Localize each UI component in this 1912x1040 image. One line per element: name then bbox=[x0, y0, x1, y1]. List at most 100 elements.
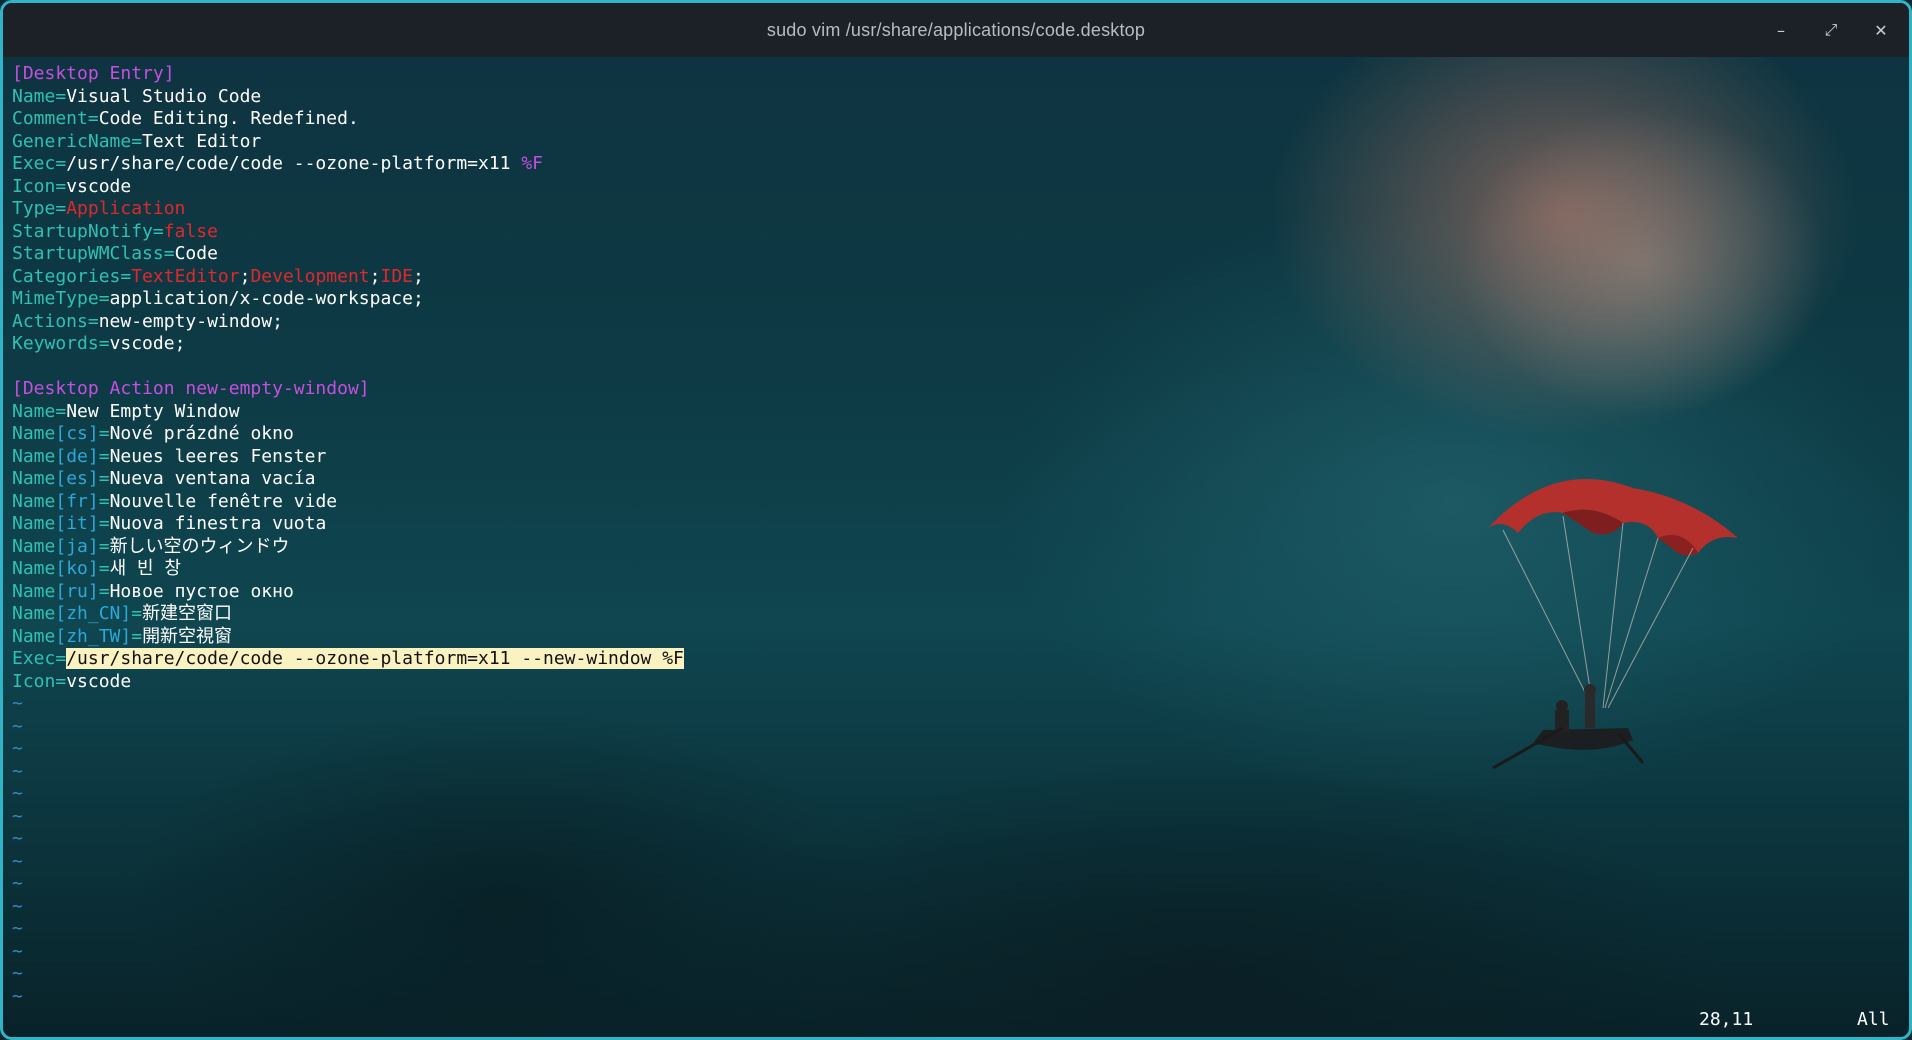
buffer-line[interactable]: GenericName=Text Editor bbox=[12, 131, 684, 154]
token-val: 새 빈 창 bbox=[109, 558, 181, 579]
token-key: Type= bbox=[12, 198, 67, 219]
vim-buffer[interactable]: [Desktop Entry] Name=Visual Studio Code Co… bbox=[12, 63, 684, 1008]
token-key: = bbox=[98, 468, 110, 489]
title-bar[interactable]: sudo vim /usr/share/applications/code.de… bbox=[3, 3, 1909, 57]
token-sec: [Desktop Action new-empty-window] bbox=[12, 378, 370, 399]
close-button[interactable]: ✕ bbox=[1871, 20, 1891, 40]
buffer-line[interactable]: Icon=vscode bbox=[12, 176, 684, 199]
token-lang: [ko] bbox=[55, 558, 99, 579]
token-key: Exec= bbox=[12, 648, 67, 669]
token-lang: [zh_TW] bbox=[55, 625, 132, 647]
token-lang: [ru] bbox=[55, 580, 99, 602]
buffer-line[interactable]: Name=New Empty Window bbox=[12, 401, 684, 424]
empty-line-marker: ~ bbox=[12, 715, 23, 737]
buffer-line[interactable]: Comment=Code Editing. Redefined. bbox=[12, 108, 684, 131]
scroll-position: All bbox=[1857, 1009, 1890, 1030]
maximize-button[interactable]: ⤢ bbox=[1821, 20, 1841, 40]
token-val: 新建空窗口 bbox=[142, 603, 233, 624]
buffer-line[interactable]: Icon=vscode bbox=[12, 671, 684, 694]
empty-line-marker: ~ bbox=[12, 828, 23, 849]
empty-line-marker: ~ bbox=[12, 940, 23, 962]
window-controls: – ⤢ ✕ bbox=[1771, 3, 1891, 57]
token-val: Visual Studio Code bbox=[66, 85, 262, 107]
token-val: vscode; bbox=[109, 333, 186, 354]
buffer-line[interactable]: Name[ja]=新しい空のウィンドウ bbox=[12, 536, 684, 559]
buffer-line[interactable]: Name[cs]=Nové prázdné okno bbox=[12, 423, 684, 446]
token-lang: [it] bbox=[55, 513, 99, 534]
wallpaper-kite-boat-illustration bbox=[1488, 479, 1738, 770]
token-key: Name bbox=[12, 445, 56, 467]
token-val: Neues leeres Fenster bbox=[109, 445, 327, 467]
buffer-line[interactable]: Name[zh_CN]=新建空窗口 bbox=[12, 603, 684, 626]
token-key: Name bbox=[12, 558, 56, 579]
token-lang: [es] bbox=[55, 468, 99, 489]
token-key: Icon= bbox=[12, 175, 67, 197]
token-key: StartupWMClass= bbox=[12, 243, 175, 264]
buffer-line[interactable]: Name[fr]=Nouvelle fenêtre vide bbox=[12, 491, 684, 514]
token-spec: %F bbox=[521, 153, 544, 174]
token-val: Nuova finestra vuota bbox=[109, 513, 327, 534]
token-val: ; bbox=[369, 265, 381, 287]
buffer-line[interactable]: Type=Application bbox=[12, 198, 684, 221]
buffer-line[interactable]: Name[ko]=새 빈 창 bbox=[12, 558, 684, 581]
token-key: Actions= bbox=[12, 310, 99, 332]
token-key: Name bbox=[12, 490, 56, 512]
token-const: TextEditor bbox=[131, 265, 240, 287]
token-key: = bbox=[131, 603, 143, 624]
empty-line-marker: ~ bbox=[12, 805, 23, 827]
token-key: MimeType= bbox=[12, 288, 110, 309]
token-val: Новое пустое окно bbox=[109, 580, 294, 602]
token-val: vscode bbox=[66, 175, 132, 197]
buffer-line[interactable]: Name[zh_TW]=開新空視窗 bbox=[12, 626, 684, 649]
window-title: sudo vim /usr/share/applications/code.de… bbox=[766, 19, 1146, 40]
buffer-line[interactable]: Keywords=vscode; bbox=[12, 333, 684, 356]
buffer-line[interactable]: Actions=new-empty-window; bbox=[12, 311, 684, 334]
token-const: Application bbox=[66, 198, 186, 219]
token-key: StartupNotify= bbox=[12, 220, 164, 242]
empty-line-marker: ~ bbox=[12, 693, 23, 714]
token-val: Code Editing. Redefined. bbox=[98, 108, 359, 129]
buffer-line[interactable]: Name=Visual Studio Code bbox=[12, 86, 684, 109]
token-key: Name bbox=[12, 535, 56, 557]
token-val: Nueva ventana vacía bbox=[109, 468, 316, 489]
token-val: new-empty-window; bbox=[98, 310, 283, 332]
buffer-line[interactable]: Exec=/usr/share/code/code --ozone-platfo… bbox=[12, 648, 684, 671]
token-val: 新しい空のウィンドウ bbox=[109, 535, 290, 557]
buffer-line[interactable]: Name[de]=Neues leeres Fenster bbox=[12, 446, 684, 469]
token-key: Categories= bbox=[12, 265, 132, 287]
buffer-line[interactable]: StartupWMClass=Code bbox=[12, 243, 684, 266]
empty-line-marker: ~ bbox=[12, 783, 23, 804]
buffer-line[interactable]: Name[es]=Nueva ventana vacía bbox=[12, 468, 684, 491]
token-lang: [cs] bbox=[55, 423, 99, 444]
buffer-line[interactable]: Exec=/usr/share/code/code --ozone-platfo… bbox=[12, 153, 684, 176]
buffer-line[interactable]: MimeType=application/x-code-workspace; bbox=[12, 288, 684, 311]
token-lang: [ja] bbox=[55, 535, 99, 557]
token-key: Name bbox=[12, 423, 56, 444]
buffer-line[interactable]: [Desktop Entry] bbox=[12, 63, 684, 86]
token-key: = bbox=[98, 535, 110, 557]
buffer-line[interactable]: Name[it]=Nuova finestra vuota bbox=[12, 513, 684, 536]
terminal-window: sudo vim /usr/share/applications/code.de… bbox=[0, 0, 1912, 1040]
token-key: = bbox=[98, 513, 110, 534]
buffer-line[interactable] bbox=[12, 356, 684, 379]
token-key: Name bbox=[12, 513, 56, 534]
token-key: Icon= bbox=[12, 670, 67, 692]
token-key: = bbox=[98, 423, 110, 444]
token-const: false bbox=[163, 220, 218, 242]
token-key: GenericName= bbox=[12, 130, 143, 152]
minimize-button[interactable]: – bbox=[1771, 20, 1791, 40]
buffer-line[interactable]: Name[ru]=Новое пустое окно bbox=[12, 581, 684, 604]
token-val: 開新空視窗 bbox=[142, 625, 233, 647]
token-val: Text Editor bbox=[142, 130, 262, 152]
token-lang: [de] bbox=[55, 445, 99, 467]
token-key: = bbox=[131, 625, 143, 647]
buffer-line[interactable]: Categories=TextEditor;Development;IDE; bbox=[12, 266, 684, 289]
token-val: ; bbox=[413, 265, 424, 287]
token-lang: [fr] bbox=[55, 490, 99, 512]
token-key: = bbox=[98, 558, 110, 579]
empty-line-marker: ~ bbox=[12, 918, 23, 939]
token-val: New Empty Window bbox=[66, 400, 240, 422]
token-val: Code bbox=[174, 243, 218, 264]
buffer-line[interactable]: StartupNotify=false bbox=[12, 221, 684, 244]
buffer-line[interactable]: [Desktop Action new-empty-window] bbox=[12, 378, 684, 401]
